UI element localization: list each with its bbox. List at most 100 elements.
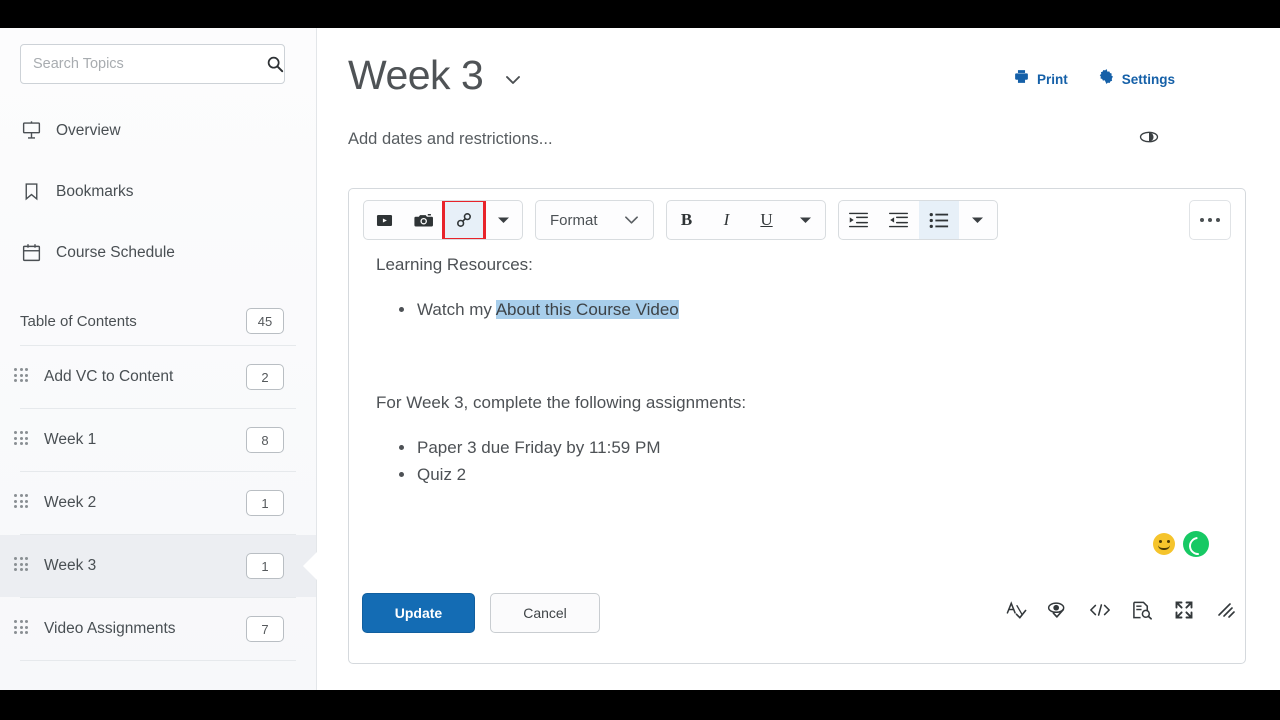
rich-text-editor: Format B I U Learning Resources: Watch m… — [348, 188, 1246, 664]
accessibility-check-icon[interactable] — [1047, 599, 1069, 621]
content-heading: Learning Resources: — [376, 255, 533, 274]
spinner-icon[interactable] — [1183, 531, 1209, 557]
add-dates-restrictions-link[interactable]: Add dates and restrictions... — [348, 130, 553, 149]
fullscreen-icon[interactable] — [1173, 599, 1195, 621]
text-style-more-chevron-down-icon[interactable] — [787, 201, 825, 239]
topic-label: Week 2 — [44, 494, 97, 511]
sidebar-item-bookmarks[interactable]: Bookmarks — [0, 161, 316, 222]
status-badge: 7 — [246, 616, 284, 642]
resize-handle-icon[interactable] — [1215, 599, 1237, 621]
toolbar-group-format: Format — [535, 200, 654, 240]
sidebar-item-week-1[interactable]: Week 1 8 — [0, 409, 316, 471]
underline-icon: U — [760, 210, 773, 229]
sidebar-item-video-assignments[interactable]: Video Assignments 7 — [0, 598, 316, 660]
chevron-down-icon[interactable] — [503, 73, 523, 92]
format-label: Format — [550, 211, 598, 229]
table-of-contents-header[interactable]: Table of Contents 45 — [0, 297, 316, 345]
search-input[interactable] — [20, 44, 285, 84]
insert-more-chevron-down-icon[interactable] — [484, 201, 522, 239]
sidebar-item-week-2[interactable]: Week 2 1 — [0, 472, 316, 534]
eye-icon[interactable] — [1138, 130, 1160, 149]
ellipsis-icon — [1198, 218, 1222, 222]
underline-button[interactable]: U — [747, 201, 787, 239]
topic-label: Video Assignments — [44, 620, 176, 637]
letterbox-bottom — [0, 690, 1280, 720]
content-paragraph-2: For Week 3, complete the following assig… — [376, 393, 747, 413]
toolbar-more-button[interactable] — [1189, 200, 1231, 240]
cancel-button[interactable]: Cancel — [490, 593, 600, 633]
bulleted-list-icon[interactable] — [918, 201, 959, 239]
status-badge: 2 — [246, 364, 284, 390]
sidebar-item-overview[interactable]: Overview — [0, 100, 316, 161]
editor-status-badges — [1153, 531, 1209, 557]
calendar-icon — [20, 242, 42, 264]
print-label: Print — [1036, 71, 1068, 87]
presentation-icon — [20, 120, 42, 142]
bold-button[interactable]: B — [667, 201, 707, 239]
sidebar-item-add-vc-to-content[interactable]: Add VC to Content 2 — [0, 346, 316, 408]
list-item: Watch my About this Course Video — [376, 296, 1245, 324]
screen: Overview Bookmarks — [0, 0, 1280, 720]
insert-media-icon[interactable] — [364, 201, 404, 239]
editor-footer: Update Cancel — [349, 531, 1245, 663]
italic-icon: I — [723, 210, 730, 229]
main-content: Week 3 Print Settings Add dates and rest… — [317, 28, 1280, 690]
chevron-down-icon — [624, 212, 639, 229]
indent-decrease-icon[interactable] — [879, 201, 919, 239]
sidebar-nav: Overview Bookmarks Course Schedule — [0, 100, 316, 283]
printer-icon — [1013, 68, 1030, 90]
toolbar-group-text-style: B I U — [665, 200, 826, 240]
word-count-icon[interactable] — [1131, 599, 1153, 621]
insert-link-icon[interactable] — [442, 201, 486, 239]
search-topics-wrapper — [20, 44, 296, 84]
sidebar-item-week-3[interactable]: Week 3 1 — [0, 535, 316, 597]
italic-button[interactable]: I — [707, 201, 747, 239]
sidebar: Overview Bookmarks — [0, 28, 317, 690]
sidebar-item-label: Course Schedule — [56, 243, 175, 261]
drag-handle-icon[interactable] — [14, 620, 32, 638]
selected-link-text[interactable]: About this Course Video — [495, 299, 679, 319]
restrictions-row: Add dates and restrictions... — [348, 120, 1280, 168]
indent-increase-icon[interactable] — [839, 201, 879, 239]
sidebar-item-label: Bookmarks — [56, 182, 134, 200]
smiley-icon[interactable] — [1153, 533, 1175, 555]
html-source-icon[interactable] — [1089, 599, 1111, 621]
settings-label: Settings — [1121, 71, 1175, 87]
assignments-list: Paper 3 due Friday by 11:59 PM Quiz 2 — [376, 434, 1245, 489]
list-item: Quiz 2 — [376, 461, 1245, 489]
page-header: Week 3 Print Settings — [317, 28, 1280, 120]
toolbar-group-insert — [363, 200, 523, 240]
status-badge: 1 — [246, 490, 284, 516]
list-item: Paper 3 due Friday by 11:59 PM — [376, 434, 1245, 462]
status-badge: 45 — [246, 308, 284, 334]
topic-label: Add VC to Content — [44, 368, 174, 385]
topic-label: Week 1 — [44, 431, 97, 448]
page-title: Week 3 — [348, 52, 484, 98]
format-select[interactable]: Format — [536, 201, 653, 239]
bookmark-icon — [20, 181, 42, 203]
spellcheck-icon[interactable] — [1005, 599, 1027, 621]
update-button[interactable]: Update — [362, 593, 475, 633]
drag-handle-icon[interactable] — [14, 557, 32, 575]
letterbox-top — [0, 0, 1280, 28]
toc-label: Table of Contents — [20, 312, 137, 330]
topic-label: Week 3 — [44, 557, 97, 574]
insert-image-icon[interactable] — [404, 201, 444, 239]
list-item-prefix: Watch my — [417, 299, 496, 319]
status-badge: 8 — [246, 427, 284, 453]
bold-icon: B — [680, 210, 693, 229]
app-window: Overview Bookmarks — [0, 28, 1280, 690]
drag-handle-icon[interactable] — [14, 494, 32, 512]
drag-handle-icon[interactable] — [14, 431, 32, 449]
lists-more-chevron-down-icon[interactable] — [959, 201, 997, 239]
sidebar-item-course-schedule[interactable]: Course Schedule — [0, 222, 316, 283]
divider — [20, 660, 296, 661]
editor-toolbar: Format B I U — [349, 189, 1245, 251]
settings-button[interactable]: Settings — [1098, 68, 1175, 90]
status-badge: 1 — [246, 553, 284, 579]
drag-handle-icon[interactable] — [14, 368, 32, 386]
print-button[interactable]: Print — [1013, 68, 1068, 90]
sidebar-item-label: Overview — [56, 121, 121, 139]
editor-content[interactable]: Learning Resources: Watch my About this … — [349, 252, 1245, 489]
toolbar-group-lists — [837, 200, 998, 240]
